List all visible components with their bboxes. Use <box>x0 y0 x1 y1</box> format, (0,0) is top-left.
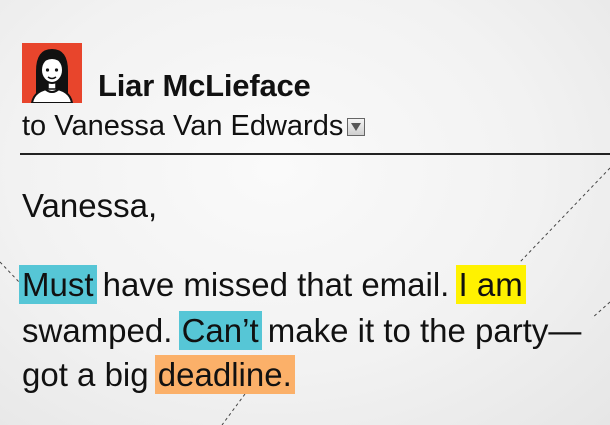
body-text: got a big <box>22 356 158 393</box>
woman-avatar-icon <box>30 49 74 103</box>
sender-avatar <box>22 43 82 103</box>
highlight-cant: Can’t <box>178 311 262 350</box>
callout-line-right-upper <box>519 167 610 263</box>
email-greeting: Vanessa, <box>22 187 158 224</box>
callout-line-left <box>0 261 21 284</box>
recipient-prefix: to <box>22 110 47 142</box>
callout-line-bottom <box>221 393 246 425</box>
email-body-line-2: swamped. Can’t make it to the party— <box>22 311 581 351</box>
recipient-dropdown-button[interactable] <box>347 117 366 136</box>
sender-name: Liar McLieface <box>98 68 311 103</box>
callout-line-right-lower <box>591 301 610 319</box>
email-view: Liar McLieface to Vanessa Van Edwards Va… <box>0 0 610 425</box>
body-text: swamped. <box>22 312 182 349</box>
chevron-down-icon <box>351 122 362 131</box>
highlight-deadline: deadline. <box>154 355 295 394</box>
highlight-must: Must <box>19 265 97 304</box>
email-body-line-1: Must have missed that email. I am <box>19 265 526 305</box>
email-body-line-3: got a big deadline. <box>22 355 295 395</box>
header-divider <box>20 153 610 155</box>
body-text: have missed that email. <box>93 266 459 303</box>
recipient-name: Vanessa Van Edwards <box>54 110 344 142</box>
highlight-i-am: I am <box>455 265 526 304</box>
recipient-line: to Vanessa Van Edwards <box>22 110 366 143</box>
body-text: make it to the party— <box>258 312 582 349</box>
